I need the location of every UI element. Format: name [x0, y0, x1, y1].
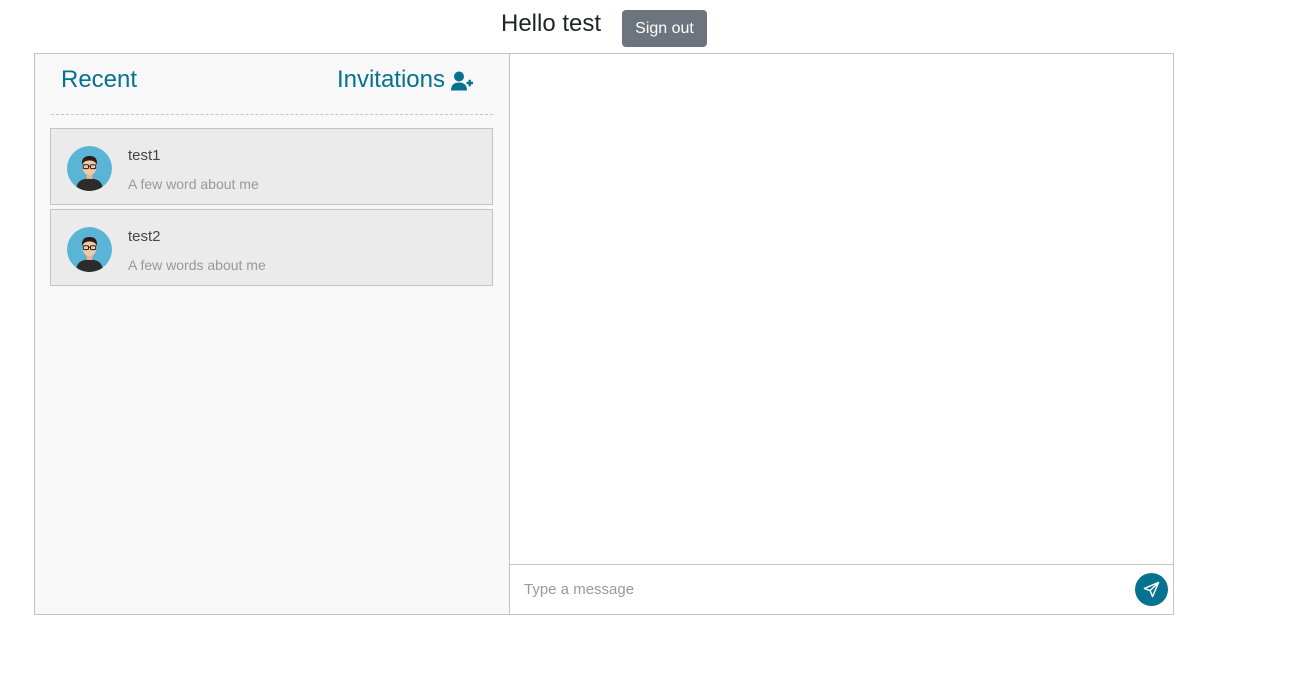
user-avatar-icon: [67, 146, 112, 191]
user-plus-icon: [451, 70, 473, 91]
message-input[interactable]: [510, 565, 1120, 613]
sign-out-button[interactable]: Sign out: [622, 10, 707, 47]
tab-invitations[interactable]: Invitations: [337, 66, 473, 94]
chat-description: A few word about me: [128, 176, 259, 192]
tab-recent[interactable]: Recent: [61, 66, 137, 94]
message-history[interactable]: [510, 54, 1173, 564]
chat-list: test1 A few word about me test2 A few wo…: [50, 128, 494, 290]
paper-plane-icon: [1143, 581, 1160, 598]
sidebar-tabs: Recent Invitations: [51, 54, 493, 115]
tab-invitations-label: Invitations: [336, 66, 445, 93]
messaging-app: Recent Invitations test1 A few word abou…: [34, 53, 1174, 615]
chat-name: test1: [128, 147, 161, 164]
send-button[interactable]: [1135, 573, 1168, 606]
user-avatar-icon: [67, 227, 112, 272]
chat-list-item[interactable]: test2 A few words about me: [50, 209, 493, 286]
message-composer: [510, 564, 1173, 614]
chat-description: A few words about me: [128, 257, 266, 273]
greeting-text: Hello test: [501, 10, 602, 37]
chat-list-item[interactable]: test1 A few word about me: [50, 128, 493, 205]
top-bar: Hello test Sign out: [0, 0, 1290, 52]
chat-name: test2: [128, 228, 161, 245]
conversations-sidebar: Recent Invitations test1 A few word abou…: [35, 54, 510, 614]
